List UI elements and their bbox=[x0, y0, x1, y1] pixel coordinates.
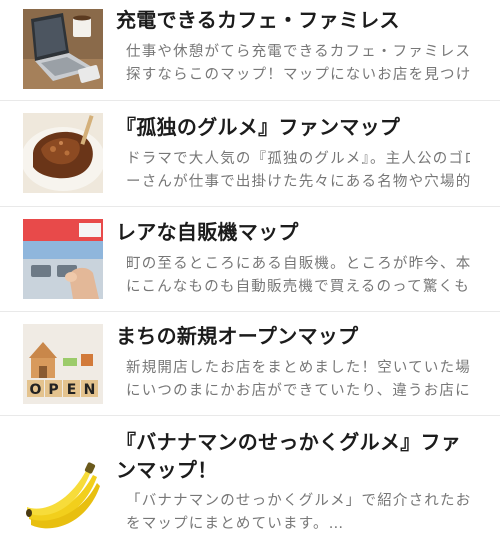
description-line: ドラマで大人気の『孤独のグルメ』。主人公のゴロ bbox=[126, 151, 470, 167]
description-line: をマップにまとめています。… bbox=[126, 516, 345, 532]
item-description: ドラマで大人気の『孤独のグルメ』。主人公のゴロ ーさんが仕事で出掛けた先々にある… bbox=[126, 148, 470, 194]
open-blocks-icon: O P E N bbox=[23, 324, 103, 404]
banana-icon bbox=[23, 453, 103, 533]
item-description: 新規開店したお店をまとめました！空いていた場所 にいつのまにかお店ができていたり… bbox=[126, 357, 470, 403]
open-block-letter: P bbox=[48, 382, 58, 398]
item-title: レアな自販機マップ bbox=[116, 220, 299, 244]
description-line: ーさんが仕事で出掛けた先々にある名物や穴場的… bbox=[126, 174, 470, 190]
list-item-rare-vending-machine[interactable]: レアな自販機マップ 町の至るところにある自販機。ところが昨今、本当 にこんなもの… bbox=[0, 207, 500, 312]
open-block-letter: N bbox=[84, 382, 96, 398]
open-block-letter: O bbox=[30, 382, 42, 398]
description-line: 仕事や休憩がてら充電できるカフェ・ファミレスを bbox=[126, 44, 470, 60]
map-list: 充電できるカフェ・ファミレス 仕事や休憩がてら充電できるカフェ・ファミレスを 探… bbox=[0, 0, 500, 538]
description-line: にこんなものも自動販売機で買えるのって驚くも… bbox=[126, 279, 470, 295]
list-item-charging-cafe[interactable]: 充電できるカフェ・ファミレス 仕事や休憩がてら充電できるカフェ・ファミレスを 探… bbox=[0, 0, 500, 101]
item-description: 町の至るところにある自販機。ところが昨今、本当 にこんなものも自動販売機で買える… bbox=[126, 253, 470, 299]
vending-machine-icon bbox=[23, 219, 103, 299]
item-title: 『バナナマンのせっかくグルメ』ファ ンマップ！ bbox=[116, 428, 488, 484]
description-line: 「バナナマンのせっかくグルメ」で紹介されたお店 bbox=[126, 493, 470, 509]
open-block-letter: E bbox=[67, 382, 77, 398]
description-line: 町の至るところにある自販機。ところが昨今、本当 bbox=[126, 256, 470, 272]
description-line: にいつのまにかお店ができていたり、違うお店に… bbox=[126, 383, 470, 399]
list-item-new-openings[interactable]: O P E N まちの新規オープンマップ 新規開店したお店をまとめました！空いて… bbox=[0, 312, 500, 416]
laptop-cafe-icon bbox=[23, 9, 103, 89]
title-line: ンマップ！ bbox=[116, 458, 218, 482]
description-line: 探すならこのマップ！マップにないお店を見つけ… bbox=[126, 67, 470, 83]
item-title: 『孤独のグルメ』ファンマップ bbox=[116, 115, 401, 139]
item-title: 充電できるカフェ・ファミレス bbox=[116, 8, 400, 32]
title-line: 『バナナマンのせっかくグルメ』ファ bbox=[116, 430, 462, 454]
grilled-meat-icon bbox=[23, 113, 103, 193]
item-title: まちの新規オープンマップ bbox=[116, 324, 359, 348]
item-description: 仕事や休憩がてら充電できるカフェ・ファミレスを 探すならこのマップ！マップにない… bbox=[126, 41, 470, 87]
item-description: 「バナナマンのせっかくグルメ」で紹介されたお店 をマップにまとめています。… bbox=[126, 490, 470, 536]
list-item-bananaman-gourmet[interactable]: 『バナナマンのせっかくグルメ』ファ ンマップ！ 「バナナマンのせっかくグルメ」で… bbox=[0, 416, 500, 538]
description-line: 新規開店したお店をまとめました！空いていた場所 bbox=[126, 360, 470, 376]
list-item-kodoku-gourmet[interactable]: 『孤独のグルメ』ファンマップ ドラマで大人気の『孤独のグルメ』。主人公のゴロ ー… bbox=[0, 101, 500, 207]
